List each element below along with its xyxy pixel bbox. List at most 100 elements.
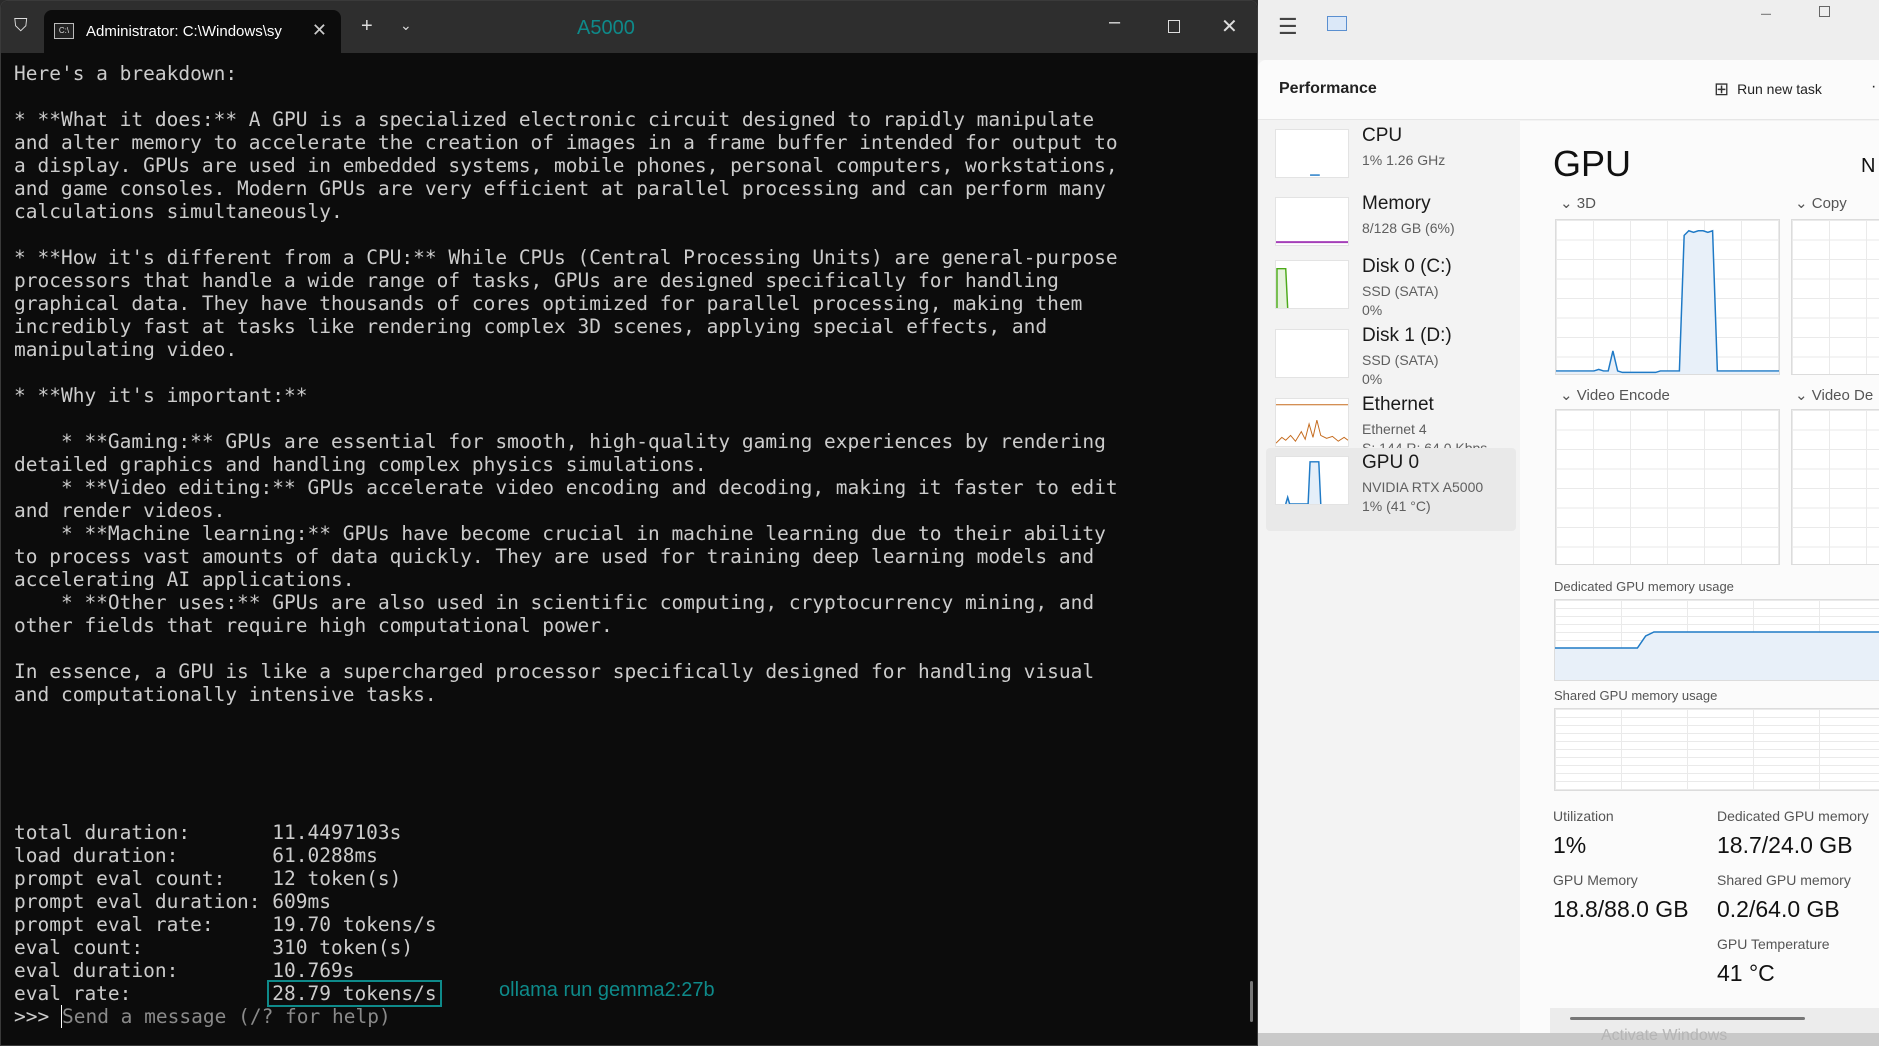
stat-value: 10.769s (272, 959, 355, 982)
stat-row: eval count: 310 token(s) (14, 936, 1118, 959)
utilization-value: 1% (1553, 832, 1587, 858)
stat-label: prompt eval rate: (14, 913, 214, 936)
chart-video-decode (1791, 409, 1879, 565)
gpu-detail-pane: GPU N ⌄ 3D 1% ⌄ Copy ⌄ Video Encode 0% ⌄… (1520, 121, 1879, 1033)
maximize-button[interactable] (1819, 6, 1830, 17)
stat-row: prompt eval count: 12 token(s) (14, 867, 1118, 890)
shared-memory-value: 0.2/64.0 GB (1717, 896, 1840, 922)
sidebar-item-detail: 1% 1.26 GHz (1362, 152, 1446, 168)
thumbnail-graph (1275, 398, 1349, 447)
stat-row: load duration: 61.0288ms (14, 844, 1118, 867)
stat-row: prompt eval rate: 19.70 tokens/s (14, 913, 1118, 936)
close-window-button[interactable]: ✕ (1221, 14, 1238, 39)
terminal-line: * **Gaming:** GPUs are essential for smo… (14, 430, 1106, 453)
stat-value: 28.79 tokens/s (267, 980, 442, 1007)
annotation-label: ollama run gemma2:27b (499, 979, 715, 1001)
thumbnail-graph (1275, 456, 1349, 505)
engine-video-encode-label: Video Encode (1576, 387, 1670, 404)
sidebar-item-detail: SSD (SATA) (1362, 352, 1439, 368)
stat-label: eval count: (14, 936, 144, 959)
gpu-thumb-line (1285, 461, 1322, 504)
thumbnail-graph (1275, 197, 1349, 246)
cmd-icon: C:\ (54, 23, 74, 39)
terminal-line: * **What it does:** A GPU is a specializ… (14, 108, 1095, 131)
stat-row: total duration: 11.4497103s (14, 821, 1118, 844)
terminal-line: processors that handle a wide range of t… (14, 269, 1059, 292)
net-thumb-line (1276, 419, 1348, 444)
dedicated-memory-label: Dedicated GPU memory usage (1554, 579, 1734, 594)
terminal-line: calculations simultaneously. (14, 200, 343, 223)
prompt-symbol: >>> (14, 1005, 50, 1028)
performance-header: Performance ⊞ Run new task · (1258, 60, 1879, 120)
more-options-icon[interactable]: · (1871, 78, 1876, 96)
terminal-line: and alter memory to accelerate the creat… (14, 131, 1118, 154)
stat-row: prompt eval duration: 609ms (14, 890, 1118, 913)
sidebar-item-name: CPU (1362, 125, 1403, 146)
terminal-tab-bar: ⛉ C:\ Administrator: C:\Windows\sy ✕ + ⌄… (1, 1, 1257, 53)
dedicated-memory-area (1555, 631, 1879, 680)
terminal-line: graphical data. They have thousands of c… (14, 292, 1083, 315)
terminal-line: * **Other uses:** GPUs are also used in … (14, 591, 1095, 614)
sidebar-item-gpu-0[interactable]: GPU 0 NVIDIA RTX A5000 1% (41 °C) (1266, 448, 1516, 531)
minimize-button[interactable]: – (1109, 11, 1120, 34)
terminal-tab[interactable]: C:\ Administrator: C:\Windows\sy ✕ (44, 10, 341, 53)
horizontal-scrollbar[interactable] (1570, 1017, 1805, 1020)
chart-dedicated-memory (1554, 599, 1879, 681)
hamburger-menu-icon[interactable]: ☰ (1278, 14, 1298, 40)
sidebar-item-name: Disk 1 (D:) (1362, 325, 1452, 346)
terminal-line: * **How it's different from a CPU:** Whi… (14, 246, 1118, 269)
terminal-line: * **Video editing:** GPUs accelerate vid… (14, 476, 1118, 499)
sidebar-item-detail: SSD (SATA) (1362, 283, 1439, 299)
close-tab-icon[interactable]: ✕ (312, 20, 327, 41)
stat-value: 310 token(s) (272, 936, 414, 959)
chart-video-encode (1555, 409, 1780, 565)
stat-value: 61.0288ms (272, 844, 378, 867)
sidebar-item-detail: 0% (1362, 371, 1383, 387)
terminal-output: Here's a breakdown: * **What it does:** A… (14, 62, 1118, 1028)
page-title: Performance (1279, 80, 1377, 97)
engine-video-encode-selector[interactable]: ⌄ Video Encode (1560, 386, 1670, 404)
terminal-scrollbar[interactable] (1250, 981, 1253, 1022)
task-manager-app-icon (1327, 16, 1347, 31)
new-tab-button[interactable]: + (361, 15, 373, 38)
engine-copy-selector[interactable]: ⌄ Copy (1795, 194, 1847, 212)
engine-3d-selector[interactable]: ⌄ 3D (1560, 194, 1596, 212)
thumbnail-graph (1275, 329, 1349, 378)
window-label: A5000 (577, 17, 635, 39)
run-new-task-button[interactable]: ⊞ Run new task (1714, 74, 1822, 104)
tab-dropdown-chevron-icon[interactable]: ⌄ (400, 17, 412, 34)
sidebar-item-detail: 8/128 GB (6%) (1362, 220, 1455, 236)
maximize-button[interactable] (1168, 20, 1180, 33)
chart-copy (1791, 219, 1879, 375)
task-manager-window: ☰ – Performance ⊞ Run new task · CPU 1% 1… (1258, 0, 1879, 1033)
terminal-line: and computationally intensive tasks. (14, 683, 437, 706)
sidebar-item-name: Ethernet (1362, 394, 1434, 415)
gpu-memory-value: 18.8/88.0 GB (1553, 896, 1689, 922)
minimize-button[interactable]: – (1761, 3, 1771, 24)
terminal-line: accelerating AI applications. (14, 568, 355, 591)
sidebar-item-detail: NVIDIA RTX A5000 (1362, 479, 1484, 495)
terminal-line: manipulating video. (14, 338, 238, 361)
activation-watermark: Activate Windows (1601, 1027, 1728, 1044)
gpu-title: GPU (1553, 143, 1632, 184)
sidebar-item-name: Disk 0 (C:) (1362, 256, 1452, 277)
prompt-line[interactable]: >>> Send a message (/? for help) (14, 1005, 1118, 1028)
shared-memory-label: Shared GPU memory usage (1554, 688, 1718, 703)
gpu-model-name: N (1861, 155, 1876, 177)
stat-label: prompt eval count: (14, 867, 226, 890)
message-input[interactable]: Send a message (/? for help) (62, 1005, 391, 1028)
stat-value: 19.70 tokens/s (272, 913, 437, 936)
terminal-line: In essence, a GPU is like a supercharged… (14, 660, 1095, 683)
gpu-memory-label: GPU Memory (1553, 872, 1638, 888)
engine-video-decode-selector[interactable]: ⌄ Video De (1795, 386, 1873, 404)
terminal-line: a display. GPUs are used in embedded sys… (14, 154, 1118, 177)
stat-label: eval duration: (14, 959, 179, 982)
terminal-line: * **Why it's important:** (14, 384, 308, 407)
